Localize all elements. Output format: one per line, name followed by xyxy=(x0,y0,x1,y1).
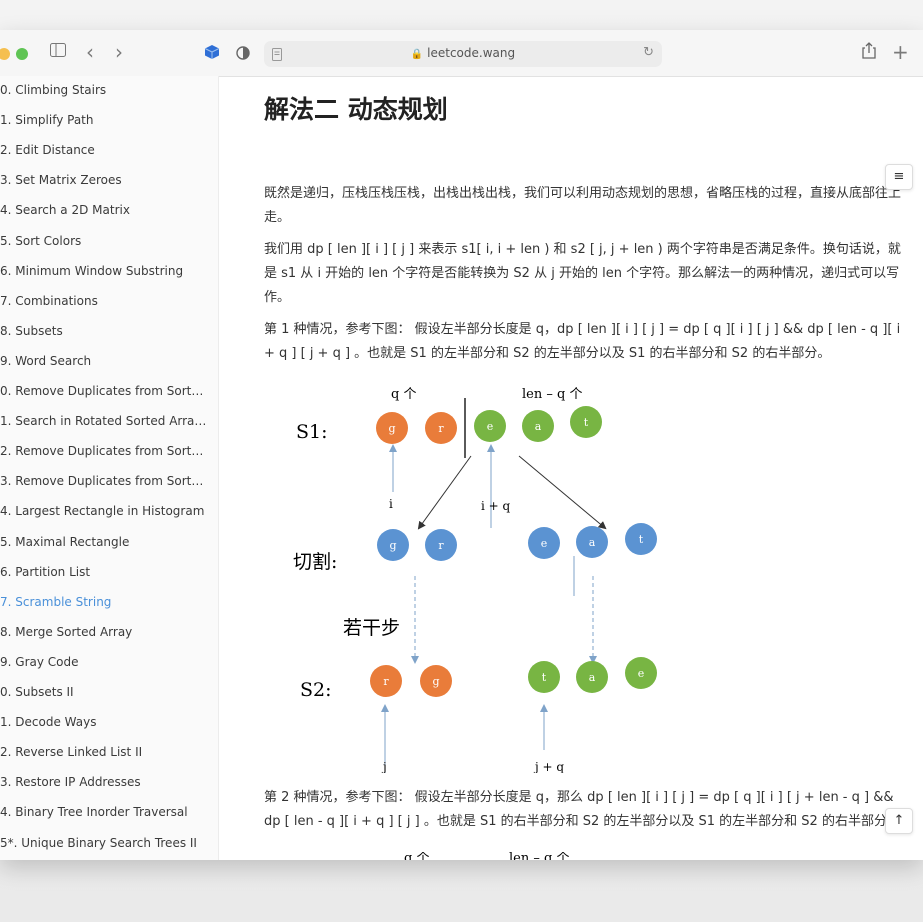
label-steps: 若干步 xyxy=(343,617,400,639)
label-j-plus-q: j + q xyxy=(533,760,564,773)
minimize-dot[interactable] xyxy=(0,48,10,60)
label-j: j xyxy=(381,760,387,773)
sidebar-item[interactable]: 0. Subsets II xyxy=(0,685,210,699)
sidebar-item[interactable]: 4. Search a 2D Matrix xyxy=(0,203,210,217)
sidebar-item[interactable]: 2. Remove Duplicates from Sorted ... xyxy=(0,444,210,458)
arrow-right xyxy=(518,455,607,530)
cut-node-letter: a xyxy=(589,536,596,549)
s2-node-letter: g xyxy=(432,675,439,688)
cut-node-letter: e xyxy=(541,537,548,550)
privacy-icon[interactable] xyxy=(236,44,250,66)
url-label: leetcode.wang xyxy=(427,46,516,60)
browser-window: ‹ › 🔒 leetcode.wang ↻ + 0. Climbing Stai… xyxy=(0,30,923,860)
paragraph-3: 第 1 种情况，参考下图： 假设左半部分长度是 q，dp [ len ][ i … xyxy=(264,322,901,361)
s2-node-letter: a xyxy=(589,671,596,684)
lock-icon: 🔒 xyxy=(410,49,424,60)
s2-node-letter: e xyxy=(638,667,645,680)
zoom-dot[interactable] xyxy=(16,48,28,60)
figure-2: q 个 len – q 个 xyxy=(404,852,569,860)
s1-node-letter: e xyxy=(487,420,494,433)
paragraph-1: 既然是递归，压栈压栈压栈，出栈出栈出栈，我们可以利用动态规划的思想，省略压栈的过… xyxy=(264,186,902,225)
sidebar-item[interactable]: 4. Binary Tree Inorder Traversal xyxy=(0,805,210,819)
sidebar-item[interactable]: 3. Remove Duplicates from Sorted ... xyxy=(0,474,210,488)
sidebar-item[interactable]: 7. Combinations xyxy=(0,294,210,308)
screenshot-background: ‹ › 🔒 leetcode.wang ↻ + 0. Climbing Stai… xyxy=(0,0,923,922)
figure-1: q 个 len – q 个 S1: g r e a t i i + q 切割: g r e a… xyxy=(293,387,657,773)
label-i-plus-q: i + q xyxy=(481,499,511,513)
s1-node-letter: t xyxy=(584,416,589,429)
address-bar[interactable]: 🔒 leetcode.wang ↻ xyxy=(264,41,662,67)
label-s1: S1: xyxy=(296,421,328,443)
arrow-left xyxy=(417,455,472,530)
page-title: 解法二 动态规划 xyxy=(264,95,448,124)
sidebar: 0. Climbing Stairs 1. Simplify Path 2. Edi… xyxy=(0,76,219,860)
sidebar-item[interactable]: 0. Remove Duplicates from Sorted ... xyxy=(0,384,210,398)
new-tab-icon[interactable]: + xyxy=(892,41,909,63)
label-len-q: len – q 个 xyxy=(522,387,582,402)
sidebar-item[interactable]: 2. Edit Distance xyxy=(0,143,210,157)
scroll-top-button[interactable]: ↑ xyxy=(885,808,913,834)
sidebar-item[interactable]: 8. Subsets xyxy=(0,324,210,338)
toc-button[interactable]: ≡ xyxy=(885,164,913,190)
browser-toolbar: ‹ › 🔒 leetcode.wang ↻ + xyxy=(0,30,923,77)
sidebar-item[interactable]: 5. Maximal Rectangle xyxy=(0,535,210,549)
sidebar-item[interactable]: 4. Largest Rectangle in Histogram xyxy=(0,504,210,518)
cut-node-letter: r xyxy=(438,539,444,552)
forward-icon[interactable]: › xyxy=(115,41,123,63)
sidebar-item[interactable]: 3. Restore IP Addresses xyxy=(0,775,210,789)
sidebar-item[interactable]: 0. Climbing Stairs xyxy=(0,83,210,97)
sidebar-item[interactable]: 5. Sort Colors xyxy=(0,234,210,248)
s1-node-letter: g xyxy=(388,422,395,435)
sidebar-item[interactable]: 6. Minimum Window Substring xyxy=(0,264,210,278)
sidebar-item[interactable]: 9. Gray Code xyxy=(0,655,210,669)
sidebar-item[interactable]: 1. Decode Ways xyxy=(0,715,210,729)
sidebar-item[interactable]: 9. Word Search xyxy=(0,354,210,368)
sidebar-item[interactable]: 2. Reverse Linked List II xyxy=(0,745,210,759)
label-q: q 个 xyxy=(391,387,416,402)
s2-node-letter: t xyxy=(542,671,547,684)
share-icon[interactable] xyxy=(862,42,876,65)
label-s2: S2: xyxy=(300,679,332,701)
label-cut: 切割: xyxy=(293,551,337,573)
back-icon[interactable]: ‹ xyxy=(86,41,94,63)
sidebar-item[interactable]: 1. Search in Rotated Sorted Array II xyxy=(0,414,210,428)
paragraph-4: 第 2 种情况，参考下图： 假设左半部分长度是 q，那么 dp [ len ][… xyxy=(264,790,900,829)
fig2-label-q: q 个 xyxy=(404,852,429,860)
reload-icon[interactable]: ↻ xyxy=(643,45,654,60)
sidebar-icon[interactable] xyxy=(50,41,66,63)
paragraph-2: 我们用 dp [ len ][ i ] [ j ] 来表示 s1[ i, i +… xyxy=(264,242,901,305)
fig2-label-len-q: len – q 个 xyxy=(509,852,569,860)
sidebar-item[interactable]: 6. Partition List xyxy=(0,565,210,579)
sidebar-item[interactable]: 8. Merge Sorted Array xyxy=(0,625,210,639)
main-content: 解法二 动态规划 既然是递归，压栈压栈压栈，出栈出栈出栈，我们可以利用动态规划的… xyxy=(219,76,923,860)
extension-icon[interactable] xyxy=(204,44,220,66)
sidebar-item[interactable]: 3. Set Matrix Zeroes xyxy=(0,173,210,187)
s1-node-letter: a xyxy=(535,420,542,433)
label-i: i xyxy=(389,497,393,511)
sidebar-item[interactable]: 1. Simplify Path xyxy=(0,113,210,127)
s1-node-letter: r xyxy=(438,422,444,435)
sidebar-item[interactable]: 7. Scramble String xyxy=(0,595,210,609)
cut-node-letter: g xyxy=(389,539,396,552)
url-text: 🔒 leetcode.wang xyxy=(264,46,662,60)
sidebar-item[interactable]: 5*. Unique Binary Search Trees II xyxy=(0,836,210,850)
cut-node-letter: t xyxy=(639,533,644,546)
s2-node-letter: r xyxy=(383,675,389,688)
